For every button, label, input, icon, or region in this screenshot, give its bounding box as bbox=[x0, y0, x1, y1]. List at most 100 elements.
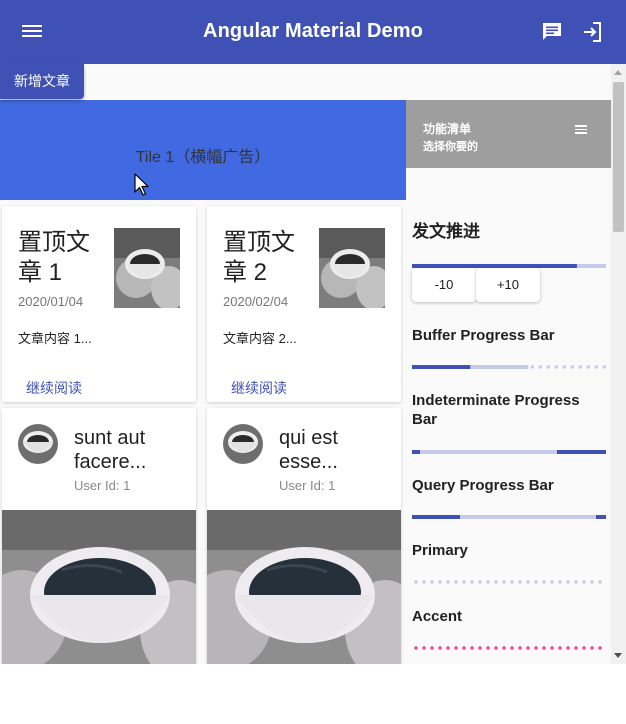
avatar bbox=[18, 424, 58, 464]
buffer-dot bbox=[518, 580, 522, 584]
buffer-dot bbox=[510, 646, 514, 650]
scroll-up-arrow-icon[interactable] bbox=[614, 70, 622, 75]
buffer-dot bbox=[438, 646, 442, 650]
buffer-dot bbox=[558, 646, 562, 650]
query-progress-bar bbox=[412, 515, 606, 519]
banner-text: Tile 1（横幅广告） bbox=[135, 149, 271, 166]
progress-panel: 发文推进 -10 +10 Buffer Progress Bar Indeter… bbox=[406, 168, 611, 664]
decrease-progress-button[interactable]: -10 bbox=[412, 268, 476, 302]
sidebar-header-subtitle: 选择你要的 bbox=[423, 141, 478, 153]
accent-progress-bar bbox=[414, 646, 602, 650]
buffer-dot bbox=[494, 646, 498, 650]
read-more-link[interactable]: 继续阅读 bbox=[26, 378, 82, 398]
buffer-dot bbox=[530, 365, 535, 369]
buffer-dot bbox=[602, 365, 606, 369]
buffer-dot bbox=[566, 580, 570, 584]
buffer-dot bbox=[550, 580, 554, 584]
buffer-dot bbox=[486, 646, 490, 650]
buffer-dot bbox=[430, 580, 434, 584]
buffer-dot bbox=[578, 365, 583, 369]
avatar bbox=[223, 424, 263, 464]
post-card: qui est esse... User Id: 1 bbox=[207, 408, 401, 664]
buffer-dot bbox=[594, 365, 599, 369]
buffer-dot bbox=[550, 646, 554, 650]
coffee-thumbnail bbox=[114, 228, 180, 308]
buffer-dot bbox=[470, 646, 474, 650]
buffer-dot bbox=[574, 646, 578, 650]
progress-title: 发文推进 bbox=[412, 222, 480, 241]
buffer-dot bbox=[478, 580, 482, 584]
article-title: 置顶文章 1 bbox=[18, 229, 90, 286]
post-card: sunt aut facere... User Id: 1 bbox=[2, 408, 196, 664]
buffer-dot bbox=[542, 646, 546, 650]
buffer-dot bbox=[534, 646, 538, 650]
post-user: User Id: 1 bbox=[74, 478, 131, 493]
buffer-dot bbox=[542, 580, 546, 584]
buffer-progress-bar bbox=[412, 365, 606, 369]
buffer-dot bbox=[422, 580, 426, 584]
indeterminate-progress-bar bbox=[412, 450, 606, 454]
logout-icon[interactable] bbox=[580, 20, 604, 44]
accent-progress-title: Accent bbox=[412, 608, 463, 625]
article-card: 置顶文章 2 2020/02/04 文章内容 2... 继续阅读 bbox=[207, 206, 401, 402]
coffee-thumbnail bbox=[319, 228, 385, 308]
buffer-dot bbox=[478, 646, 482, 650]
buffer-dot bbox=[546, 365, 551, 369]
primary-progress-bar bbox=[414, 580, 602, 584]
buffer-dot bbox=[454, 646, 458, 650]
buffer-dot bbox=[462, 646, 466, 650]
buffer-dot bbox=[518, 646, 522, 650]
top-toolbar: Angular Material Demo bbox=[0, 0, 626, 64]
buffer-dot bbox=[566, 646, 570, 650]
increase-progress-button[interactable]: +10 bbox=[476, 268, 540, 302]
article-content: 文章内容 1... bbox=[18, 331, 92, 346]
buffer-dot bbox=[486, 580, 490, 584]
buffer-dot bbox=[430, 646, 434, 650]
vertical-scrollbar[interactable] bbox=[611, 64, 626, 664]
scrollbar-thumb[interactable] bbox=[613, 82, 624, 232]
buffer-dot bbox=[570, 365, 575, 369]
buffer-dot bbox=[538, 365, 543, 369]
post-title: qui est esse... bbox=[279, 427, 338, 473]
buffer-dot bbox=[590, 580, 594, 584]
chat-icon[interactable] bbox=[540, 20, 564, 44]
buffer-dot bbox=[454, 580, 458, 584]
buffer-dot bbox=[502, 646, 506, 650]
buffer-dot bbox=[598, 646, 602, 650]
buffer-dot bbox=[446, 580, 450, 584]
buffer-dot bbox=[446, 646, 450, 650]
query-progress-title: Query Progress Bar bbox=[412, 477, 554, 494]
list-icon[interactable] bbox=[575, 125, 587, 136]
buffer-dot bbox=[422, 646, 426, 650]
buffer-dot bbox=[494, 580, 498, 584]
buffer-dot bbox=[558, 580, 562, 584]
buffer-dot bbox=[586, 365, 591, 369]
buffer-dot bbox=[574, 580, 578, 584]
read-more-link[interactable]: 继续阅读 bbox=[231, 378, 287, 398]
buffer-dot bbox=[526, 646, 530, 650]
buffer-dot bbox=[438, 580, 442, 584]
coffee-image bbox=[2, 510, 196, 664]
post-title: sunt aut facere... bbox=[74, 427, 147, 473]
buffer-dot bbox=[590, 646, 594, 650]
primary-progress-title: Primary bbox=[412, 542, 468, 559]
article-card: 置顶文章 1 2020/01/04 文章内容 1... 继续阅读 bbox=[2, 206, 196, 402]
mouse-cursor-icon bbox=[134, 173, 149, 196]
buffer-dot bbox=[526, 580, 530, 584]
buffer-dot bbox=[502, 580, 506, 584]
buffer-dot bbox=[414, 646, 418, 650]
buffer-dot bbox=[510, 580, 514, 584]
scroll-down-arrow-icon[interactable] bbox=[614, 653, 622, 658]
add-article-button[interactable]: 新增文章 bbox=[0, 64, 84, 99]
indeterminate-progress-title: Indeterminate Progress Bar bbox=[412, 392, 580, 428]
post-user: User Id: 1 bbox=[279, 478, 336, 493]
buffer-dot bbox=[598, 580, 602, 584]
sidebar-header-title: 功能清单 bbox=[423, 122, 472, 136]
buffer-dot bbox=[582, 646, 586, 650]
buffer-progress-title: Buffer Progress Bar bbox=[412, 327, 555, 344]
buffer-dot bbox=[470, 580, 474, 584]
sidebar-header[interactable]: 功能清单 选择你要的 bbox=[406, 100, 611, 168]
app-viewport: Angular Material Demo 新增文章 Tile 1（横幅广告） … bbox=[0, 0, 626, 664]
buffer-dot bbox=[562, 365, 567, 369]
buffer-dot bbox=[534, 580, 538, 584]
